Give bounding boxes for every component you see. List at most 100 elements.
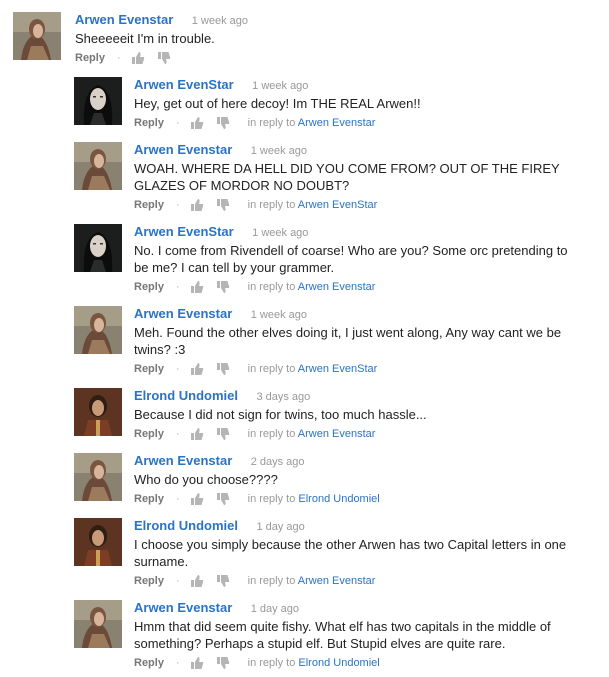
thumbs-up-icon[interactable]	[190, 362, 204, 376]
separator-dot: ·	[175, 199, 180, 211]
comment-timestamp[interactable]: 1 week ago	[251, 145, 307, 157]
in-reply-to: in reply to Arwen EvenStar	[247, 199, 378, 211]
reply-button[interactable]: Reply	[134, 361, 164, 377]
separator-dot: ·	[175, 428, 180, 440]
avatar[interactable]	[74, 306, 122, 354]
comment-timestamp[interactable]: 3 days ago	[256, 391, 310, 403]
comment-author[interactable]: Arwen Evenstar	[134, 600, 232, 615]
comment-text: I choose you simply because the other Ar…	[134, 537, 567, 569]
avatar[interactable]	[74, 224, 122, 272]
thumbs-down-icon[interactable]	[216, 362, 230, 376]
comment-actions: Reply · in reply to Arwen EvenStar	[134, 197, 584, 213]
reply-button[interactable]: Reply	[134, 491, 164, 507]
in-reply-to-link[interactable]: Arwen EvenStar	[298, 363, 377, 375]
separator-dot: ·	[175, 281, 180, 293]
thumbs-down-icon[interactable]	[216, 198, 230, 212]
thumbs-down-icon[interactable]	[216, 116, 230, 130]
in-reply-to-link[interactable]: Arwen Evenstar	[298, 281, 376, 293]
comment-text: Hey, get out of here decoy! Im THE REAL …	[134, 96, 421, 111]
in-reply-to-link[interactable]: Arwen Evenstar	[298, 428, 376, 440]
comment-text: WOAH. WHERE DA HELL DID YOU COME FROM? O…	[134, 161, 560, 193]
thumbs-up-icon[interactable]	[190, 656, 204, 670]
thumbs-down-icon[interactable]	[157, 51, 171, 65]
comment-reply: Elrond Undomiel 1 day ago I choose you s…	[74, 518, 594, 588]
in-reply-to: in reply to Arwen Evenstar	[247, 575, 376, 587]
thumbs-up-icon[interactable]	[190, 116, 204, 130]
comment-text: No. I come from Rivendell of coarse! Who…	[134, 243, 568, 275]
comment-timestamp[interactable]: 1 week ago	[192, 15, 248, 27]
comment-author[interactable]: Arwen Evenstar	[75, 12, 173, 27]
thumbs-up-icon[interactable]	[190, 198, 204, 212]
thumbs-up-icon[interactable]	[190, 574, 204, 588]
avatar[interactable]	[74, 388, 122, 436]
separator-dot: ·	[175, 117, 180, 129]
avatar[interactable]	[74, 142, 122, 190]
separator-dot: ·	[175, 493, 180, 505]
thumbs-down-icon[interactable]	[216, 656, 230, 670]
in-reply-to-link[interactable]: Elrond Undomiel	[298, 657, 379, 669]
comment-text: Meh. Found the other elves doing it, I j…	[134, 325, 562, 357]
comment-author[interactable]: Elrond Undomiel	[134, 518, 238, 533]
reply-button[interactable]: Reply	[134, 655, 164, 671]
comment-actions: Reply · in reply to Elrond Undomiel	[134, 491, 584, 507]
comment: Arwen Evenstar 1 week ago Sheeeeeit I'm …	[13, 12, 593, 68]
reply-button[interactable]: Reply	[75, 50, 105, 66]
avatar[interactable]	[74, 453, 122, 501]
thumbs-up-icon[interactable]	[190, 280, 204, 294]
in-reply-to-link[interactable]: Arwen Evenstar	[298, 117, 376, 129]
reply-button[interactable]: Reply	[134, 197, 164, 213]
comment-author[interactable]: Arwen Evenstar	[134, 142, 232, 157]
comment-timestamp[interactable]: 1 day ago	[251, 603, 299, 615]
in-reply-to-link[interactable]: Elrond Undomiel	[298, 493, 379, 505]
comment-timestamp[interactable]: 1 day ago	[256, 521, 304, 533]
portrait-image	[74, 518, 122, 566]
comment-actions: Reply · in reply to Arwen Evenstar	[134, 573, 584, 589]
comment-timestamp[interactable]: 2 days ago	[251, 456, 305, 468]
reply-button[interactable]: Reply	[134, 426, 164, 442]
separator-dot: ·	[175, 657, 180, 669]
thumbs-down-icon[interactable]	[216, 574, 230, 588]
separator-dot: ·	[116, 52, 121, 64]
portrait-image	[74, 306, 122, 354]
comment-author[interactable]: Arwen Evenstar	[134, 306, 232, 321]
thumbs-down-icon[interactable]	[216, 492, 230, 506]
comment-author[interactable]: Arwen EvenStar	[134, 224, 234, 239]
thumbs-down-icon[interactable]	[216, 280, 230, 294]
comment-reply: Elrond Undomiel 3 days ago Because I did…	[74, 388, 594, 444]
portrait-image	[74, 224, 122, 272]
comment-author[interactable]: Arwen Evenstar	[134, 453, 232, 468]
comment-reply: Arwen EvenStar 1 week ago No. I come fro…	[74, 224, 594, 294]
portrait-image	[74, 600, 122, 648]
avatar[interactable]	[74, 600, 122, 648]
thumbs-up-icon[interactable]	[190, 492, 204, 506]
comment-actions: Reply · in reply to Arwen Evenstar	[134, 279, 584, 295]
avatar[interactable]	[74, 518, 122, 566]
thumbs-up-icon[interactable]	[131, 51, 145, 65]
portrait-image	[74, 77, 122, 125]
avatar[interactable]	[13, 12, 61, 60]
thumbs-up-icon[interactable]	[190, 427, 204, 441]
comment-thread: Arwen Evenstar 1 week ago Sheeeeeit I'm …	[0, 0, 609, 677]
in-reply-to: in reply to Arwen EvenStar	[247, 363, 378, 375]
avatar[interactable]	[74, 77, 122, 125]
reply-button[interactable]: Reply	[134, 573, 164, 589]
comment-reply: Arwen Evenstar 1 day ago Hmm that did se…	[74, 600, 594, 670]
comment-timestamp[interactable]: 1 week ago	[251, 309, 307, 321]
reply-button[interactable]: Reply	[134, 279, 164, 295]
in-reply-to: in reply to Elrond Undomiel	[247, 493, 380, 505]
comment-author[interactable]: Elrond Undomiel	[134, 388, 238, 403]
in-reply-to: in reply to Elrond Undomiel	[247, 657, 380, 669]
portrait-image	[13, 12, 61, 60]
comment-actions: Reply · in reply to Arwen EvenStar	[134, 361, 584, 377]
comment-text: Hmm that did seem quite fishy. What elf …	[134, 619, 551, 651]
comment-timestamp[interactable]: 1 week ago	[252, 80, 308, 92]
comment-reply: Arwen Evenstar 2 days ago Who do you cho…	[74, 453, 594, 509]
comment-timestamp[interactable]: 1 week ago	[252, 227, 308, 239]
in-reply-to-link[interactable]: Arwen EvenStar	[298, 199, 377, 211]
comment-author[interactable]: Arwen EvenStar	[134, 77, 234, 92]
in-reply-to-link[interactable]: Arwen Evenstar	[298, 575, 376, 587]
comment-text: Sheeeeeit I'm in trouble.	[75, 31, 215, 46]
thumbs-down-icon[interactable]	[216, 427, 230, 441]
reply-button[interactable]: Reply	[134, 115, 164, 131]
in-reply-to: in reply to Arwen Evenstar	[247, 117, 376, 129]
